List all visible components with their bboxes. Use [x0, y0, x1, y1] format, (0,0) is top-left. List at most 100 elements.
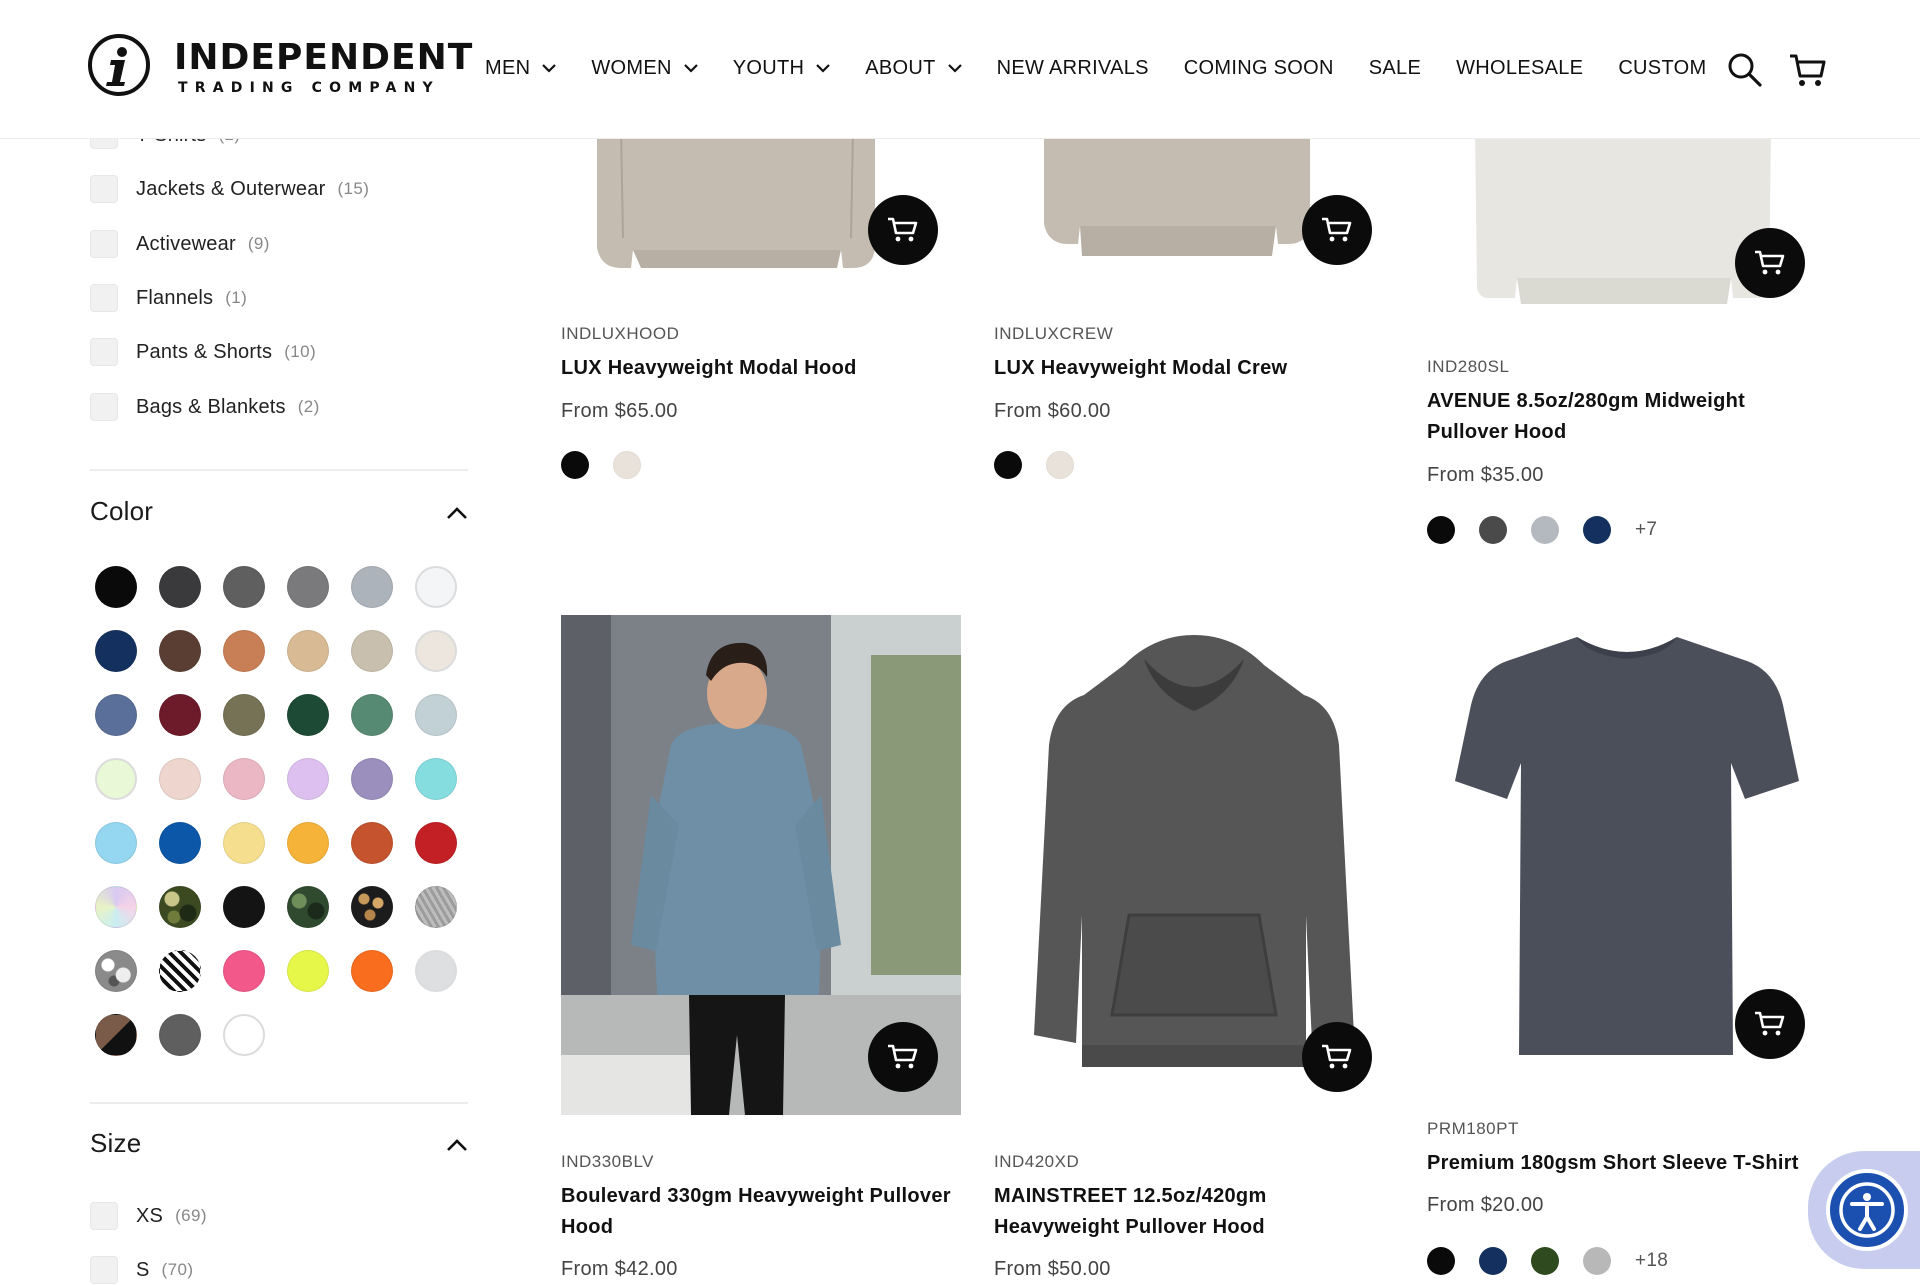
color-swatch[interactable]	[95, 566, 137, 608]
nav-coming-soon[interactable]: COMING SOON	[1184, 57, 1334, 80]
color-swatch[interactable]	[287, 758, 329, 800]
color-swatch[interactable]	[415, 822, 457, 864]
nav-label: WOMEN	[591, 56, 672, 79]
chevron-up-icon[interactable]	[445, 1137, 469, 1153]
checkbox[interactable]	[90, 230, 118, 258]
color-swatch[interactable]	[415, 886, 457, 928]
product-name[interactable]: Premium 180gsm Short Sleeve T-Shirt	[1427, 1148, 1827, 1179]
color-swatch[interactable]	[223, 630, 265, 672]
add-to-cart-button[interactable]	[1302, 195, 1372, 265]
color-swatch[interactable]	[223, 694, 265, 736]
color-option-dot[interactable]	[1531, 1247, 1559, 1275]
color-option-dot[interactable]	[1583, 516, 1611, 544]
more-colors-link[interactable]: +18	[1635, 1250, 1668, 1272]
nav-custom[interactable]: CUSTOM	[1618, 57, 1706, 80]
more-colors-link[interactable]: +7	[1635, 519, 1657, 541]
color-option-dot[interactable]	[561, 451, 589, 479]
color-swatch[interactable]	[287, 886, 329, 928]
color-swatch[interactable]	[159, 630, 201, 672]
color-swatch[interactable]	[415, 630, 457, 672]
color-option-dot[interactable]	[1583, 1247, 1611, 1275]
nav-women[interactable]: WOMEN	[591, 56, 698, 80]
color-swatch[interactable]	[159, 758, 201, 800]
add-to-cart-button[interactable]	[1302, 1022, 1372, 1092]
color-swatch[interactable]	[95, 950, 137, 992]
color-swatch[interactable]	[351, 886, 393, 928]
color-swatch[interactable]	[351, 566, 393, 608]
nav-new-arrivals[interactable]: NEW ARRIVALS	[997, 57, 1149, 80]
color-swatch[interactable]	[159, 694, 201, 736]
add-to-cart-button[interactable]	[1735, 989, 1805, 1059]
color-swatch[interactable]	[287, 822, 329, 864]
color-option-dot[interactable]	[1531, 516, 1559, 544]
color-swatch[interactable]	[415, 566, 457, 608]
filter-category-jackets[interactable]: Jackets & Outerwear (15)	[90, 174, 369, 204]
color-option-dot[interactable]	[1479, 516, 1507, 544]
nav-youth[interactable]: YOUTH	[733, 57, 831, 80]
color-swatch[interactable]	[351, 758, 393, 800]
color-swatch[interactable]	[95, 1014, 137, 1056]
product-name[interactable]: LUX Heavyweight Modal Hood	[561, 353, 951, 384]
color-swatch[interactable]	[95, 886, 137, 928]
color-swatch[interactable]	[159, 822, 201, 864]
filter-category-activewear[interactable]: Activewear (9)	[90, 229, 270, 259]
color-swatch[interactable]	[287, 694, 329, 736]
color-swatch[interactable]	[95, 694, 137, 736]
color-swatch[interactable]	[351, 630, 393, 672]
color-option-dot[interactable]	[1479, 1247, 1507, 1275]
color-swatch[interactable]	[95, 630, 137, 672]
add-to-cart-button[interactable]	[868, 195, 938, 265]
chevron-up-icon[interactable]	[445, 505, 469, 521]
nav-wholesale[interactable]: WHOLESALE	[1456, 57, 1583, 80]
color-swatch[interactable]	[223, 886, 265, 928]
checkbox[interactable]	[90, 284, 118, 312]
color-swatch[interactable]	[159, 886, 201, 928]
filter-size-xs[interactable]: XS (69)	[90, 1201, 207, 1231]
product-name[interactable]: LUX Heavyweight Modal Crew	[994, 353, 1384, 384]
color-swatch[interactable]	[351, 694, 393, 736]
product-name[interactable]: MAINSTREET 12.5oz/420gm Heavyweight Pull…	[994, 1181, 1304, 1243]
checkbox[interactable]	[90, 1202, 118, 1230]
add-to-cart-button[interactable]	[1735, 228, 1805, 298]
color-swatch[interactable]	[287, 566, 329, 608]
checkbox[interactable]	[90, 393, 118, 421]
color-swatch[interactable]	[415, 950, 457, 992]
product-name[interactable]: AVENUE 8.5oz/280gm Midweight Pullover Ho…	[1427, 386, 1807, 448]
filter-category-flannels[interactable]: Flannels (1)	[90, 283, 247, 313]
nav-sale[interactable]: SALE	[1369, 57, 1421, 80]
color-swatch[interactable]	[223, 822, 265, 864]
accessibility-button[interactable]	[1808, 1151, 1920, 1269]
product-name[interactable]: Boulevard 330gm Heavyweight Pullover Hoo…	[561, 1181, 961, 1243]
color-swatch[interactable]	[159, 950, 201, 992]
color-swatch[interactable]	[351, 822, 393, 864]
color-option-dot[interactable]	[994, 451, 1022, 479]
cart-icon[interactable]	[1788, 50, 1828, 90]
color-swatch[interactable]	[223, 758, 265, 800]
filter-size-s[interactable]: S (70)	[90, 1255, 193, 1285]
color-swatch[interactable]	[159, 566, 201, 608]
color-swatch[interactable]	[223, 950, 265, 992]
color-option-dot[interactable]	[613, 451, 641, 479]
color-swatch[interactable]	[415, 694, 457, 736]
color-option-dot[interactable]	[1427, 1247, 1455, 1275]
filter-category-pants-shorts[interactable]: Pants & Shorts (10)	[90, 337, 316, 367]
nav-about[interactable]: ABOUT	[865, 57, 962, 80]
checkbox[interactable]	[90, 338, 118, 366]
nav-men[interactable]: MEN	[485, 57, 557, 80]
checkbox[interactable]	[90, 175, 118, 203]
color-swatch[interactable]	[159, 1014, 201, 1056]
search-icon[interactable]	[1725, 50, 1765, 90]
filter-category-bags-blankets[interactable]: Bags & Blankets (2)	[90, 392, 320, 422]
color-swatch[interactable]	[415, 758, 457, 800]
brand-logo[interactable]: INDEPENDENT TRADING COMPANY	[88, 34, 472, 106]
color-option-dot[interactable]	[1046, 451, 1074, 479]
add-to-cart-button[interactable]	[868, 1022, 938, 1092]
color-swatch[interactable]	[95, 758, 137, 800]
color-option-dot[interactable]	[1427, 516, 1455, 544]
color-swatch[interactable]	[95, 822, 137, 864]
color-swatch[interactable]	[223, 1014, 265, 1056]
color-swatch[interactable]	[287, 630, 329, 672]
color-swatch[interactable]	[351, 950, 393, 992]
color-swatch[interactable]	[287, 950, 329, 992]
color-swatch[interactable]	[223, 566, 265, 608]
